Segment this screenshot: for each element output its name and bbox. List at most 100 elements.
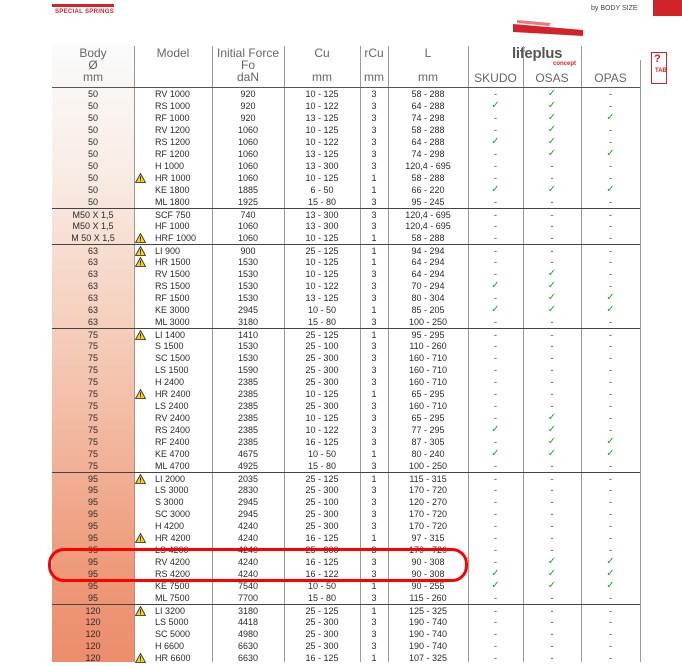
cell-opas: - [609,497,612,507]
cell-length: 80 - 240 [411,449,445,459]
cell-osas: - [550,161,554,171]
cell-body-diameter: 63 [87,305,98,315]
cell-skudo: - [494,197,497,207]
cell-osas: - [550,317,554,327]
cell-cu: 25 - 100 [305,341,339,351]
cell-osas: - [550,617,554,627]
cell-skudo: - [494,161,497,171]
table-row: 50 RF 1000 920 13 - 125 3 74 - 298 - ✓ ✓ [52,112,640,124]
cell-length: 90 - 308 [411,569,445,579]
cell-skudo: - [494,533,497,543]
cell-osas: ✓ [547,280,557,291]
cell-rcu: 3 [371,509,377,519]
cell-opas: - [609,521,612,531]
tab-indicator: ? TAB [651,52,667,84]
cell-initial-force: 4980 [237,629,259,639]
cell-osas: ✓ [547,136,557,147]
column-header-rcu: rCu mm [360,47,388,83]
model-name: RV 4200 [155,557,190,567]
cell-initial-force: 1530 [237,341,259,351]
cell-skudo: - [494,629,497,639]
cell-length: 100 - 250 [408,317,448,327]
cell-body-diameter: 50 [87,149,98,159]
cell-rcu: 1 [371,233,377,243]
cell-opas: - [609,629,612,639]
model-name: H 1000 [155,161,185,171]
cell-initial-force: 1530 [237,353,259,363]
cell-osas: - [550,173,554,183]
cell-rcu: 3 [371,425,377,435]
cell-opas: ✓ [606,112,615,123]
model-name: HRF 1000 [155,233,197,243]
cell-rcu: 1 [371,257,377,267]
cell-body-diameter: 75 [87,389,98,399]
cell-body-diameter: 95 [87,545,98,555]
table-row: 75 LS 1500 1590 25 - 300 3 160 - 710 - - - [52,364,640,376]
cell-rcu: 3 [371,89,377,99]
cell-opas: - [609,221,612,231]
cell-opas: - [609,545,612,555]
cell-skudo: - [494,413,497,423]
tab-label: TAB [655,68,667,74]
cell-cu: 10 - 50 [307,449,337,459]
cell-length: 120 - 270 [408,497,448,507]
cell-cu: 25 - 300 [305,545,339,555]
cell-opas: ✓ [606,568,615,579]
cell-rcu: 3 [371,461,377,471]
cell-skudo: - [494,365,497,375]
cell-skudo: - [494,401,497,411]
cell-rcu: 3 [371,353,377,363]
cell-body-diameter: 50 [87,161,98,171]
cell-cu: 25 - 300 [305,629,339,639]
cell-opas: - [609,137,612,147]
cell-rcu: 3 [371,341,377,351]
cell-opas: - [609,161,612,171]
cell-rcu: 3 [371,221,377,231]
cell-length: 160 - 710 [408,365,448,375]
cell-skudo: - [494,221,497,231]
cell-skudo: ✓ [491,580,500,591]
cell-cu: 10 - 125 [305,125,339,135]
cell-length: 170 - 720 [408,509,448,519]
logo-text: SPECIAL SPRINGS [55,9,115,15]
cell-rcu: 3 [371,593,377,603]
cell-body-diameter: 63 [87,281,98,291]
cell-cu: 13 - 125 [305,113,339,123]
model-name: HR 2400 [155,389,191,399]
cell-initial-force: 1590 [237,365,259,375]
cell-initial-force: 1060 [237,149,259,159]
cell-opas: - [609,281,612,291]
cell-opas: - [609,353,612,363]
cell-body-diameter: 95 [87,485,98,495]
cell-rcu: 3 [371,281,377,291]
cell-osas: ✓ [547,124,557,135]
cell-body-diameter: 75 [87,341,98,351]
cell-opas: - [609,257,612,267]
model-name: RV 1200 [155,125,190,135]
cell-opas: ✓ [606,436,615,447]
model-name: LS 1500 [155,365,189,375]
cell-initial-force: 4240 [237,557,259,567]
cell-opas: - [609,593,612,603]
cell-skudo: - [494,653,497,663]
cell-skudo: ✓ [491,280,500,291]
cell-cu: 16 - 125 [305,653,339,663]
cell-body-diameter: 120 [85,629,101,639]
column-header-model-line: Model [156,46,190,60]
cell-opas: ✓ [606,580,615,591]
table-row: 63 HR 1500 1530 10 - 125 1 64 - 294 - - - [52,256,640,268]
cell-opas: - [609,425,612,435]
cell-initial-force: 2945 [237,497,259,507]
cell-cu: 10 - 125 [305,233,339,243]
table-row: 75 RF 2400 2385 16 - 125 3 87 - 305 - ✓ ✓ [52,436,640,448]
cell-opas: - [609,377,612,387]
cell-length: 65 - 295 [411,413,445,423]
table-row: 95 S 3000 2945 25 - 100 3 120 - 270 - - - [52,496,640,508]
cell-length: 160 - 710 [408,377,448,387]
cell-cu: 10 - 50 [307,581,337,591]
cell-rcu: 1 [371,653,377,663]
table-row: 95 H 4200 4240 25 - 300 3 170 - 720 - - - [52,520,640,532]
cell-skudo: - [494,293,497,303]
cell-body-diameter: 95 [87,569,98,579]
model-name: HR 1500 [155,257,191,267]
